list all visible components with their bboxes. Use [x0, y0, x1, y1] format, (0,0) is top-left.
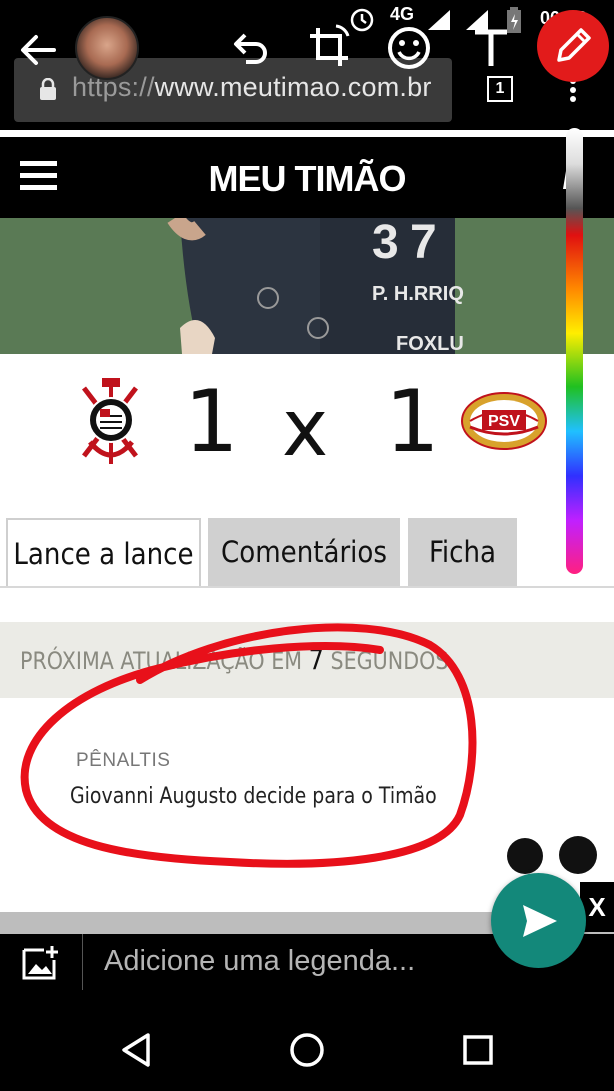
send-button[interactable] — [491, 873, 586, 968]
nav-home-icon[interactable] — [288, 1031, 326, 1069]
color-picker-slider[interactable] — [566, 128, 583, 574]
send-icon — [523, 905, 557, 937]
caption-input[interactable]: Adicione uma legenda... — [104, 945, 415, 978]
add-image-icon[interactable] — [22, 944, 60, 980]
nav-recents-icon[interactable] — [461, 1033, 495, 1067]
caption-divider — [82, 934, 83, 990]
nav-back-icon[interactable] — [118, 1031, 154, 1069]
